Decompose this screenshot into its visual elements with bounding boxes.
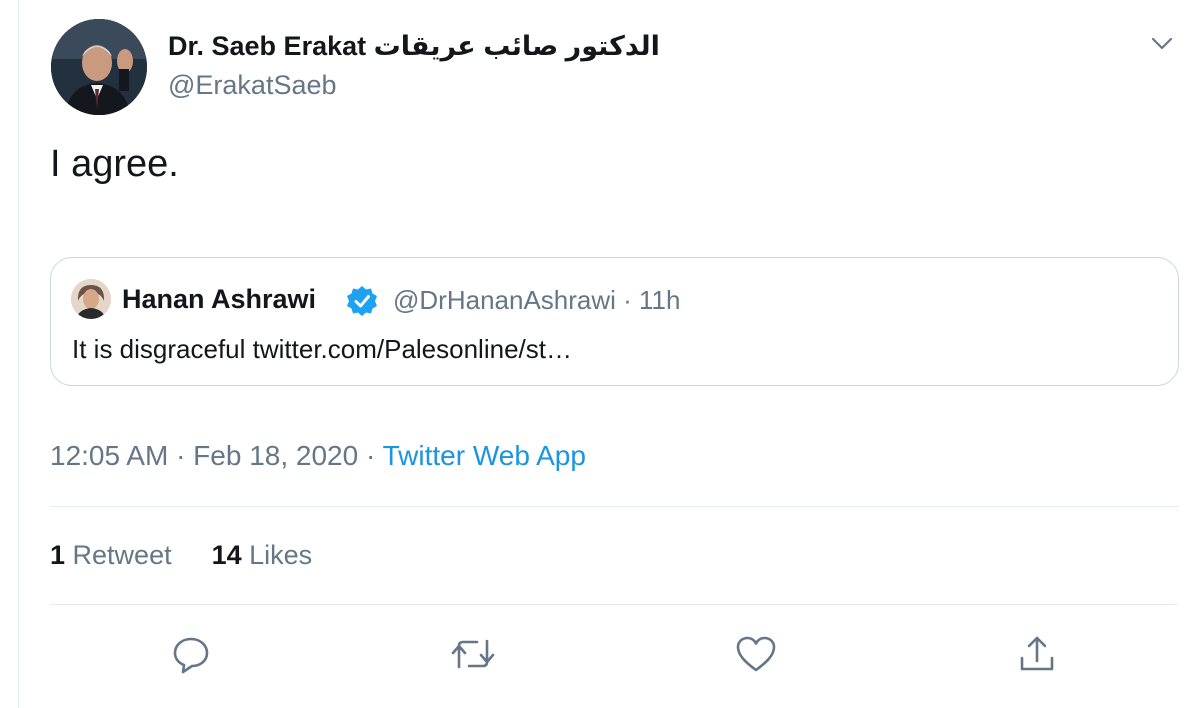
retweets-count: 1 <box>50 540 66 570</box>
engagement-stats: 1 Retweet 14 Likes <box>50 540 312 571</box>
quoted-author-name[interactable]: Hanan Ashrawi <box>122 284 316 315</box>
share-icon[interactable] <box>1013 630 1061 678</box>
avatar-photo-icon <box>71 279 111 319</box>
chevron-down-icon[interactable] <box>1148 30 1176 58</box>
tweet-meta: 12:05 AM · Feb 18, 2020 · Twitter Web Ap… <box>50 440 586 472</box>
divider <box>50 604 1179 605</box>
retweets-stat[interactable]: 1 Retweet <box>50 540 172 570</box>
author-display-name[interactable]: Dr. Saeb Erakat الدكتور صائب عريقات <box>168 31 660 62</box>
author-avatar[interactable] <box>51 19 147 115</box>
retweet-icon[interactable] <box>449 630 497 678</box>
retweets-label: Retweet <box>65 540 172 570</box>
tweet-text: I agree. <box>50 143 179 185</box>
verified-badge-icon <box>345 284 379 318</box>
timestamp[interactable]: 12:05 AM · Feb 18, 2020 · <box>50 440 383 471</box>
quoted-tweet-text: It is disgraceful twitter.com/Palesonlin… <box>72 334 572 364</box>
like-icon[interactable] <box>732 630 780 678</box>
reply-icon[interactable] <box>167 630 215 678</box>
likes-count: 14 <box>211 540 242 570</box>
quoted-tweet[interactable]: Hanan Ashrawi @DrHananAshrawi · 11h It i… <box>50 257 1179 386</box>
action-bar <box>0 630 1200 680</box>
author-handle[interactable]: @ErakatSaeb <box>168 70 337 101</box>
divider <box>50 506 1179 507</box>
likes-stat[interactable]: 14 Likes <box>212 540 313 570</box>
quoted-author-avatar[interactable] <box>71 279 111 319</box>
avatar-photo-icon <box>51 19 147 115</box>
likes-label: Likes <box>241 540 313 570</box>
quoted-author-handle-time[interactable]: @DrHananAshrawi · 11h <box>393 285 680 316</box>
source-link[interactable]: Twitter Web App <box>383 440 586 471</box>
